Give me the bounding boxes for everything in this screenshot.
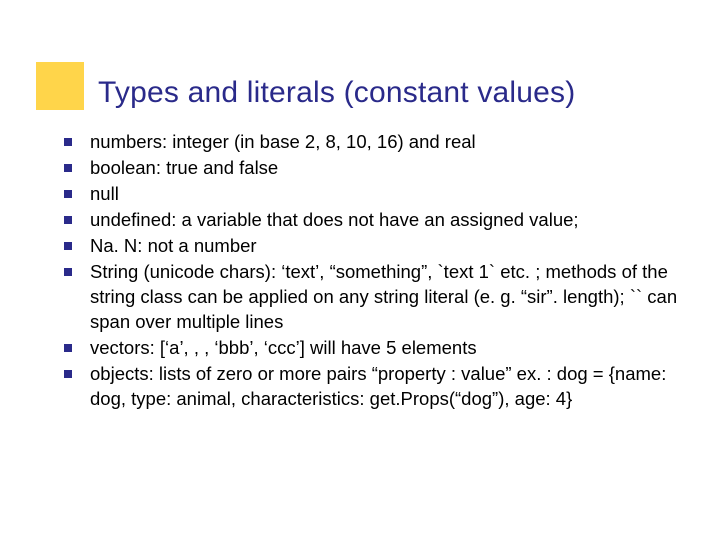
bullet-icon (64, 164, 72, 172)
list-item: objects: lists of zero or more pairs “pr… (64, 362, 680, 412)
list-item: undefined: a variable that does not have… (64, 208, 680, 233)
list-item: Na. N: not a number (64, 234, 680, 259)
list-item: boolean: true and false (64, 156, 680, 181)
bullet-text: String (unicode chars): ‘text’, “somethi… (90, 260, 680, 335)
title-accent-block (36, 62, 84, 110)
bullet-icon (64, 370, 72, 378)
slide-title: Types and literals (constant values) (98, 76, 575, 110)
list-item: numbers: integer (in base 2, 8, 10, 16) … (64, 130, 680, 155)
bullet-icon (64, 344, 72, 352)
bullet-text: objects: lists of zero or more pairs “pr… (90, 362, 680, 412)
slide: Types and literals (constant values) num… (0, 0, 720, 540)
slide-body: numbers: integer (in base 2, 8, 10, 16) … (64, 130, 680, 413)
bullet-text: Na. N: not a number (90, 234, 257, 259)
list-item: String (unicode chars): ‘text’, “somethi… (64, 260, 680, 335)
bullet-text: undefined: a variable that does not have… (90, 208, 579, 233)
bullet-text: null (90, 182, 119, 207)
bullet-icon (64, 190, 72, 198)
bullet-icon (64, 216, 72, 224)
bullet-text: boolean: true and false (90, 156, 278, 181)
bullet-text: vectors: [‘a’, , , ‘bbb’, ‘ccc’] will ha… (90, 336, 477, 361)
bullet-icon (64, 138, 72, 146)
bullet-icon (64, 268, 72, 276)
bullet-icon (64, 242, 72, 250)
list-item: vectors: [‘a’, , , ‘bbb’, ‘ccc’] will ha… (64, 336, 680, 361)
list-item: null (64, 182, 680, 207)
bullet-text: numbers: integer (in base 2, 8, 10, 16) … (90, 130, 476, 155)
